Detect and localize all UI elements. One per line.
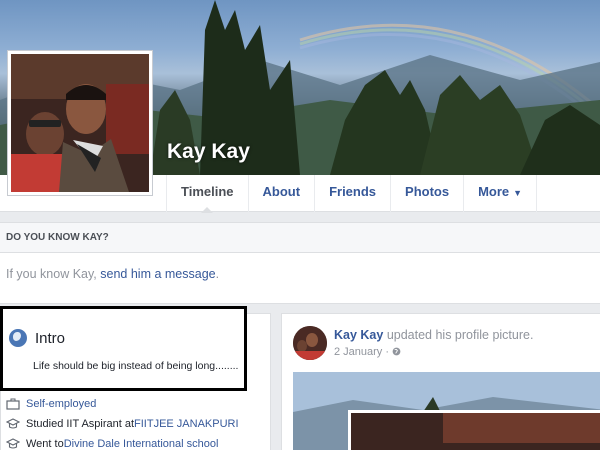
post-date-link[interactable]: 2 January xyxy=(334,346,382,358)
tab-label: Friends xyxy=(329,184,377,199)
tab-label: Timeline xyxy=(181,184,234,199)
info-row-study: Studied IIT Aspirant at FIITJEE JANAKPUR… xyxy=(6,418,239,430)
work-link[interactable]: Self-employed xyxy=(26,398,96,410)
study-prefix: Studied IIT Aspirant at xyxy=(26,418,135,430)
graduation-cap-icon xyxy=(6,438,20,449)
globe-icon xyxy=(9,329,27,347)
tab-friends[interactable]: Friends xyxy=(314,175,390,212)
avatar-image xyxy=(293,326,327,360)
graduation-cap-icon xyxy=(6,418,20,429)
tab-label: About xyxy=(262,184,301,199)
caret-down-icon: ▼ xyxy=(513,188,523,198)
profile-picture-post: Kay Kay updated his profile picture. 2 J… xyxy=(281,313,600,450)
profile-picture[interactable] xyxy=(7,50,153,196)
profile-photo-image xyxy=(11,54,149,192)
tab-timeline[interactable]: Timeline xyxy=(166,175,248,213)
do-you-know-text: If you know Kay, send him a message. xyxy=(6,267,219,281)
tab-label: Photos xyxy=(405,184,450,199)
post-header: Kay Kay updated his profile picture. xyxy=(334,328,533,342)
do-you-know-prefix: If you know Kay, xyxy=(6,267,101,281)
intro-title: Intro xyxy=(35,329,66,347)
intro-title-row: Intro xyxy=(9,329,65,347)
info-row-school: Went to Divine Dale International school xyxy=(6,438,218,450)
post-action-text: updated his profile picture. xyxy=(383,328,534,342)
tab-about[interactable]: About xyxy=(247,175,315,212)
study-school-link[interactable]: FIITJEE JANAKPURI xyxy=(134,418,239,430)
post-photo-image xyxy=(293,372,600,450)
do-you-know-suffix: . xyxy=(215,267,220,281)
do-you-know-heading: DO YOU KNOW KAY? xyxy=(0,223,600,253)
do-you-know-card: DO YOU KNOW KAY? If you know Kay, send h… xyxy=(0,222,600,304)
briefcase-icon xyxy=(6,398,20,410)
intro-section: Intro Life should be big instead of bein… xyxy=(0,306,247,391)
school-link[interactable]: Divine Dale International school xyxy=(64,438,219,450)
tab-label: More xyxy=(478,184,510,199)
intro-bio: Life should be big instead of being long… xyxy=(33,360,239,372)
send-message-link[interactable]: send him a message xyxy=(100,267,215,281)
tab-photos[interactable]: Photos xyxy=(390,175,463,212)
post-photo[interactable] xyxy=(293,372,600,450)
post-author-link[interactable]: Kay Kay xyxy=(334,328,383,342)
post-meta-separator: · xyxy=(385,346,390,358)
tab-more[interactable]: More ▼ xyxy=(463,175,538,212)
post-meta: 2 January · xyxy=(334,346,401,358)
school-prefix: Went to xyxy=(26,438,64,450)
profile-name[interactable]: Kay Kay xyxy=(167,140,250,164)
globe-icon xyxy=(392,347,401,356)
info-row-work: Self-employed xyxy=(6,398,96,410)
avatar[interactable] xyxy=(293,326,327,360)
